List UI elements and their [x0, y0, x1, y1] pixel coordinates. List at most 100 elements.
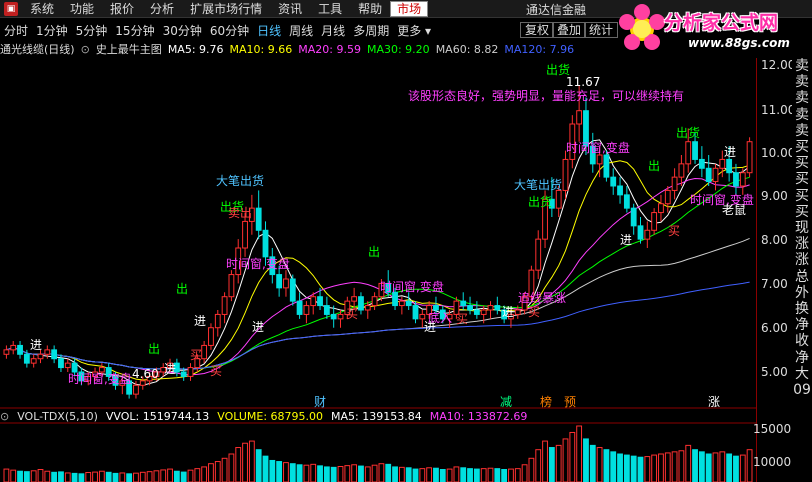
period-more[interactable]: 更多 ▾ — [393, 22, 435, 39]
volume-bar — [412, 468, 419, 482]
buy-mark-5: 买 — [528, 305, 541, 319]
ma120-value: MA120: 7.96 — [504, 42, 575, 56]
menu-item-system[interactable]: 系统 — [22, 0, 62, 17]
menu-item-news[interactable]: 资讯 — [270, 0, 310, 17]
volume-bar — [262, 455, 269, 482]
buy-label-6: 进 — [164, 362, 177, 376]
side-strip-char: 涨 — [795, 236, 809, 253]
volume-bar — [133, 472, 139, 482]
volume-bar — [208, 463, 214, 482]
volume-bar — [467, 468, 473, 482]
quote-side-strip: 卖卖卖卖卖买买买买买现涨涨总外换净收净大 09 — [792, 58, 812, 482]
main-indicator-name[interactable]: 史上最牛主图 — [96, 41, 162, 57]
candle-body — [678, 163, 685, 178]
candle-body — [562, 158, 569, 191]
period-monthly[interactable]: 月线 — [317, 22, 349, 39]
volume-indicator-name[interactable]: VOL-TDX(5,10) — [17, 410, 98, 423]
event-marker-finance[interactable]: 财 — [314, 393, 326, 410]
watermark-title: 分析家公式网 — [664, 12, 779, 34]
price-tick: 10.00 — [761, 146, 796, 160]
menu-item-ext-market[interactable]: 扩展市场行情 — [182, 0, 270, 17]
volume-bar — [44, 470, 51, 482]
candle-body — [698, 158, 705, 169]
candle-body — [17, 344, 23, 355]
period-daily[interactable]: 日线 — [253, 22, 285, 39]
period-1min[interactable]: 1分钟 — [32, 22, 72, 39]
sell-label-4: 出 — [368, 245, 381, 259]
candle-body — [480, 309, 487, 315]
price-axis: 12.00 11.00 10.00 9.00 8.00 7.00 6.00 5.… — [753, 58, 796, 482]
chase-surge-label: 追线暴涨 — [518, 291, 567, 305]
volume-bar — [501, 469, 508, 482]
candle-body — [228, 274, 235, 298]
volume-bar — [344, 465, 351, 482]
period-15min[interactable]: 15分钟 — [111, 22, 158, 39]
event-marker-forecast[interactable]: 预 — [564, 393, 576, 410]
menu-item-function[interactable]: 功能 — [62, 0, 102, 17]
volume-bar — [351, 464, 358, 482]
menu-item-quote[interactable]: 报价 — [102, 0, 142, 17]
vol-ma5-value: MA5: 139153.84 — [331, 409, 422, 423]
candle-body — [637, 225, 644, 240]
volume-bar — [126, 473, 133, 482]
volume-bar — [446, 468, 453, 482]
price-tick: 8.00 — [761, 233, 788, 247]
ma10-line — [6, 160, 750, 381]
candle-body — [671, 176, 678, 191]
candle-body — [514, 309, 521, 315]
buy-label-3: 进 — [252, 320, 265, 334]
candle-body — [733, 172, 739, 187]
event-marker-reduce[interactable]: 减 — [500, 393, 512, 410]
volume-bar — [405, 467, 412, 482]
candle-body — [51, 349, 58, 360]
trend-comment: 该股形态良好，强势明显，量能充足，可以继续持有 — [408, 89, 685, 103]
app-logo-icon[interactable]: ▣ — [4, 1, 18, 16]
event-marker-rise[interactable]: 涨 — [708, 393, 720, 410]
side-strip-char: 收 — [795, 333, 809, 350]
settings-icon[interactable]: ⊙ — [0, 410, 9, 423]
candle-body — [364, 305, 371, 311]
volume-bar — [453, 466, 460, 482]
sell-label-8: 出货 — [676, 126, 701, 140]
stock-name[interactable]: 通光线缆(日线) — [0, 41, 75, 57]
period-60min[interactable]: 60分钟 — [206, 22, 253, 39]
price-tick: 7.00 — [761, 277, 788, 291]
volume-bar — [194, 468, 201, 482]
buy-mark-4: 买 — [456, 312, 469, 326]
candle-body — [242, 220, 248, 249]
volume-bar — [85, 472, 92, 482]
period-intraday[interactable]: 分时 — [0, 22, 32, 39]
adjust-button[interactable]: 复权 — [520, 22, 555, 38]
volume-bar — [589, 444, 596, 482]
candle-body — [23, 353, 30, 364]
sell-label-3: 出货 — [528, 195, 553, 209]
volume-bar — [494, 468, 501, 482]
side-strip-char: 买 — [795, 171, 809, 188]
volume-bar — [514, 468, 521, 482]
menu-item-tools[interactable]: 工具 — [310, 0, 350, 17]
candle-body — [712, 167, 719, 183]
period-5min[interactable]: 5分钟 — [72, 22, 112, 39]
menu-item-market[interactable]: 市场 — [390, 0, 429, 17]
candle-body — [330, 313, 337, 320]
volume-bar — [746, 449, 753, 482]
volume-bar — [535, 449, 542, 482]
volume-bar — [610, 451, 617, 482]
period-30min[interactable]: 30分钟 — [159, 22, 206, 39]
period-weekly[interactable]: 周线 — [285, 22, 317, 39]
volume-bar — [167, 468, 173, 482]
side-strip-char: 大 — [795, 365, 809, 382]
menu-item-analysis[interactable]: 分析 — [142, 0, 182, 17]
period-multi[interactable]: 多周期 — [349, 22, 393, 39]
menu-item-help[interactable]: 帮助 — [350, 0, 390, 17]
settings-icon[interactable]: ⊙ — [81, 43, 90, 56]
candle-body — [214, 313, 221, 329]
volume-bar — [30, 470, 37, 482]
volume-bar — [214, 461, 221, 482]
event-marker-rank[interactable]: 榜 — [540, 393, 552, 410]
side-strip-char: 09 — [793, 382, 811, 399]
volume-bar — [105, 471, 112, 482]
volume-bar — [139, 471, 146, 482]
volume-bar — [678, 450, 685, 482]
overlay-button[interactable]: 叠加 — [552, 22, 587, 38]
